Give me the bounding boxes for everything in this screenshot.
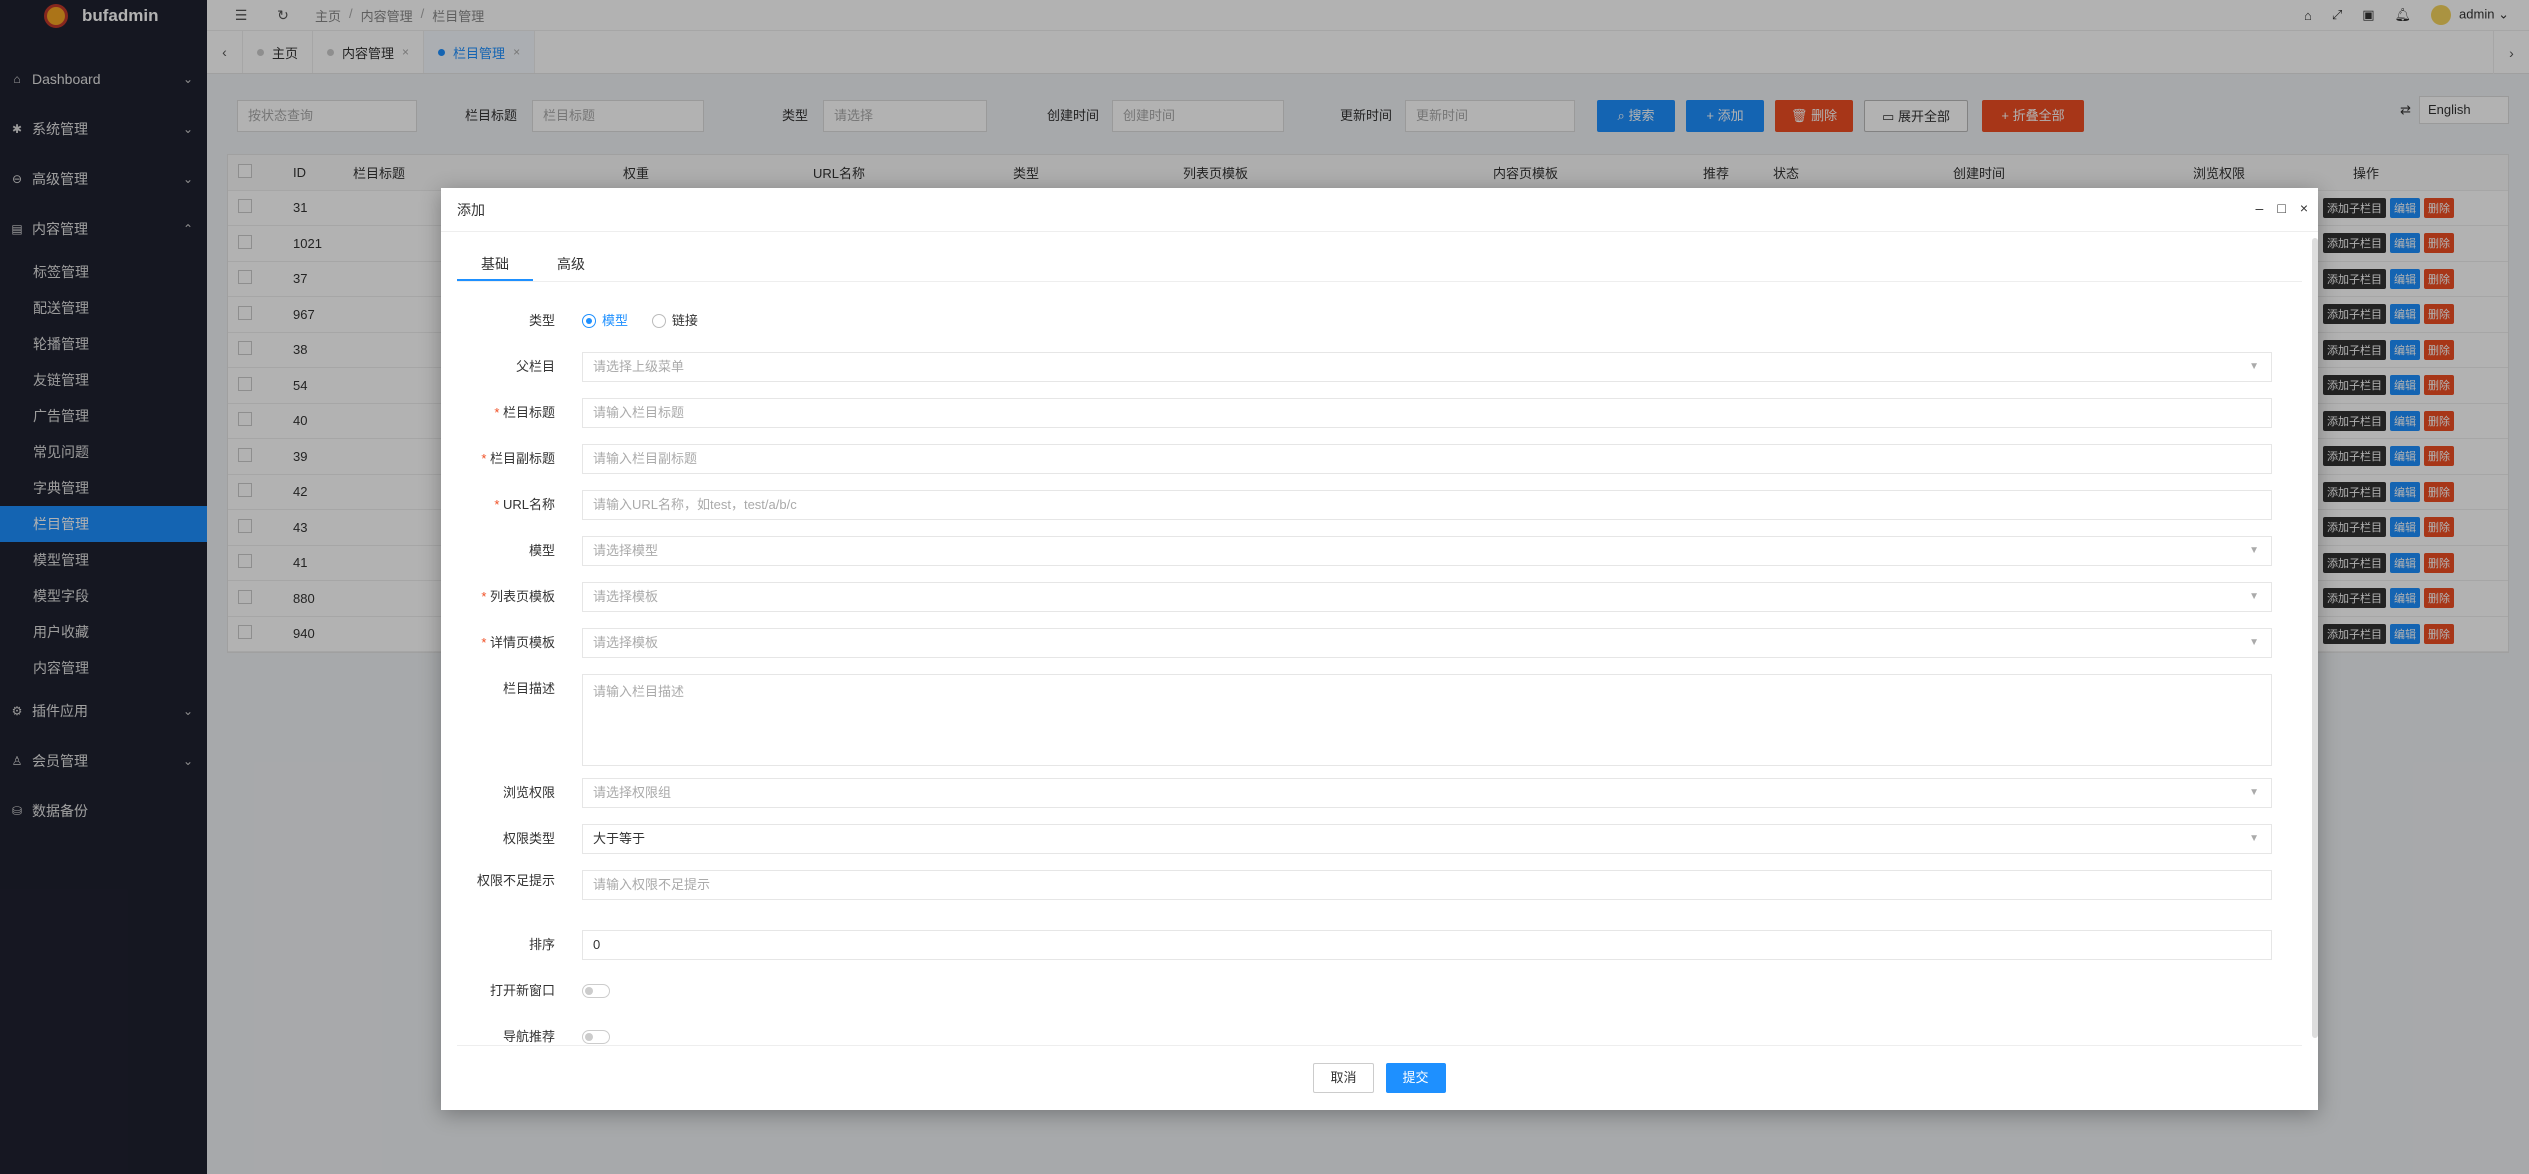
desc-label: 栏目描述	[502, 681, 555, 696]
close-icon[interactable]: ×	[2300, 200, 2308, 216]
cancel-button[interactable]: 取消	[1313, 1063, 1374, 1093]
desc-row: 栏目描述 请输入栏目描述	[457, 674, 2272, 766]
desc-textarea[interactable]: 请输入栏目描述	[582, 674, 2272, 766]
perm-type-row: 权限类型 大于等于 ▼	[457, 824, 2272, 854]
modal-tabs: 基础 高级	[457, 246, 2302, 282]
caret-down-icon: ▼	[2249, 833, 2259, 844]
new-window-row: 打开新窗口	[457, 976, 2272, 1006]
minimize-icon[interactable]: –	[2256, 200, 2264, 216]
detail-tpl-label: 详情页模板	[489, 635, 555, 650]
nav-rec-toggle[interactable]	[582, 1030, 610, 1044]
required-mark: *	[481, 635, 490, 650]
title-row: * 栏目标题 请输入栏目标题	[457, 398, 2272, 428]
browse-label: 浏览权限	[502, 785, 555, 800]
model-row: 模型 请选择模型 ▼	[457, 536, 2272, 566]
subtitle-row: * 栏目副标题 请输入栏目副标题	[457, 444, 2272, 474]
tab-basic[interactable]: 基础	[457, 246, 533, 281]
sort-row: 排序 0	[457, 930, 2272, 960]
type-radio-link[interactable]: 链接	[651, 306, 698, 336]
perm-tip-input[interactable]: 请输入权限不足提示	[582, 870, 2272, 900]
subtitle-label: 栏目副标题	[489, 451, 555, 466]
caret-down-icon: ▼	[2249, 787, 2259, 798]
subtitle-input[interactable]: 请输入栏目副标题	[582, 444, 2272, 474]
caret-down-icon: ▼	[2249, 545, 2259, 556]
list-tpl-row: * 列表页模板 请选择模板 ▼	[457, 582, 2272, 612]
nav-rec-label: 导航推荐	[502, 1029, 555, 1044]
submit-button[interactable]: 提交	[1385, 1063, 1446, 1093]
required-mark: *	[494, 497, 503, 512]
modal-header: 添加 – □ ×	[441, 188, 2318, 232]
new-window-label: 打开新窗口	[489, 983, 555, 998]
nav-rec-row: 导航推荐	[457, 1022, 2272, 1045]
maximize-icon[interactable]: □	[2277, 200, 2285, 216]
perm-type-label: 权限类型	[502, 831, 555, 846]
title-label: 栏目标题	[502, 405, 555, 420]
browse-select[interactable]: 请选择权限组 ▼	[582, 778, 2272, 808]
parent-row: 父栏目 请选择上级菜单 ▼	[457, 352, 2272, 382]
caret-down-icon: ▼	[2249, 591, 2259, 602]
url-label: URL名称	[502, 497, 555, 512]
browse-row: 浏览权限 请选择权限组 ▼	[457, 778, 2272, 808]
title-input[interactable]: 请输入栏目标题	[582, 398, 2272, 428]
caret-down-icon: ▼	[2249, 637, 2259, 648]
detail-tpl-select[interactable]: 请选择模板 ▼	[582, 628, 2272, 658]
add-category-modal: 添加 – □ × 基础 高级 类型 模型 链接 父栏目 请选择上级菜单 ▼ * 栏…	[441, 188, 2318, 1110]
sort-input[interactable]: 0	[582, 930, 2272, 960]
modal-scrollbar[interactable]	[2312, 238, 2318, 1038]
modal-body: 基础 高级 类型 模型 链接 父栏目 请选择上级菜单 ▼ * 栏目标题 请输入栏目…	[457, 246, 2302, 1046]
perm-tip-row: 权限不足提示 请输入权限不足提示	[457, 870, 2272, 900]
type-radio-model[interactable]: 模型	[582, 306, 628, 336]
type-label: 类型	[528, 313, 555, 328]
perm-tip-label: 权限不足提示	[476, 873, 555, 888]
modal-title: 添加	[457, 201, 485, 218]
url-row: * URL名称 请输入URL名称，如test，test/a/b/c	[457, 490, 2272, 520]
modal-controls: – □ ×	[2256, 200, 2308, 216]
type-row: 类型 模型 链接	[457, 306, 2272, 336]
detail-tpl-row: * 详情页模板 请选择模板 ▼	[457, 628, 2272, 658]
tab-advanced[interactable]: 高级	[533, 246, 609, 281]
model-label: 模型	[528, 543, 555, 558]
new-window-toggle[interactable]	[582, 984, 610, 998]
list-tpl-label: 列表页模板	[489, 589, 555, 604]
caret-down-icon: ▼	[2249, 361, 2259, 372]
modal-footer: 取消 提交	[441, 1046, 2318, 1110]
model-select[interactable]: 请选择模型 ▼	[582, 536, 2272, 566]
url-input[interactable]: 请输入URL名称，如test，test/a/b/c	[582, 490, 2272, 520]
list-tpl-select[interactable]: 请选择模板 ▼	[582, 582, 2272, 612]
required-mark: *	[494, 405, 503, 420]
required-mark: *	[481, 451, 490, 466]
required-mark: *	[481, 589, 490, 604]
parent-label: 父栏目	[515, 359, 555, 374]
perm-type-select[interactable]: 大于等于 ▼	[582, 824, 2272, 854]
sort-label: 排序	[528, 937, 555, 952]
parent-select[interactable]: 请选择上级菜单 ▼	[582, 352, 2272, 382]
